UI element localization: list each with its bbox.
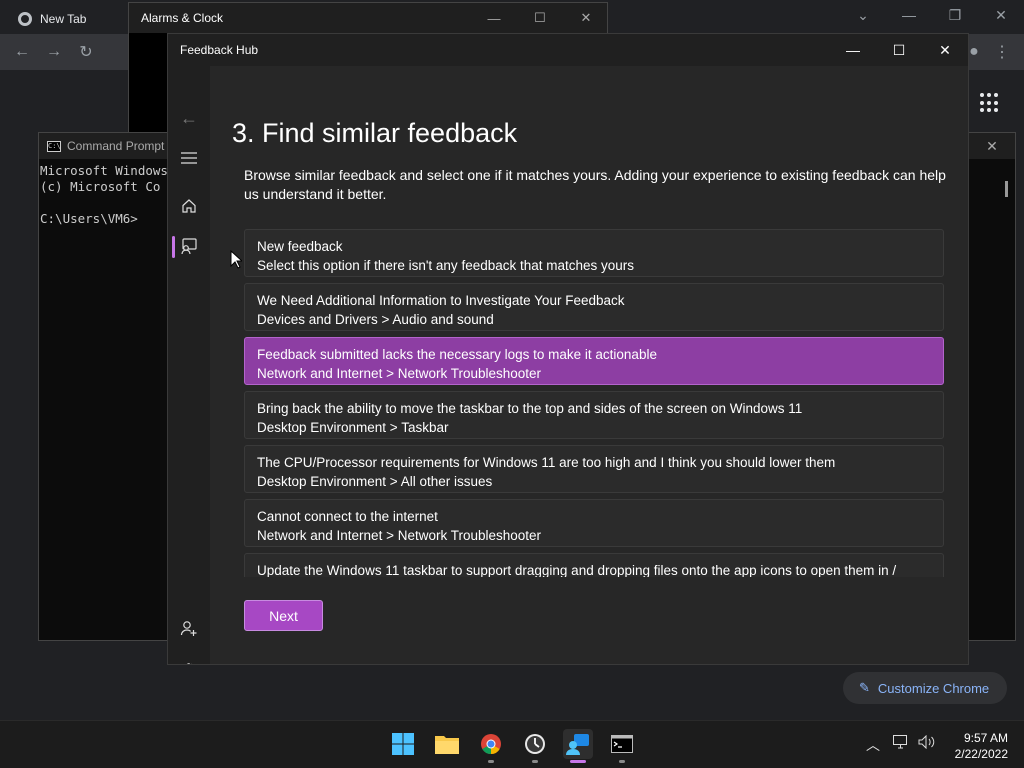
chevron-down-icon[interactable]: ⌄ [840, 0, 886, 30]
alarms-clock-taskbar-icon[interactable] [520, 729, 550, 759]
add-user-icon[interactable] [174, 613, 204, 643]
page-description: Browse similar feedback and select one i… [244, 167, 946, 202]
feedback-item[interactable]: The CPU/Processor requirements for Windo… [244, 445, 944, 493]
cmd-title: Command Prompt [67, 139, 165, 153]
back-arrow-icon[interactable]: ← [10, 40, 34, 64]
feedback-item-selected[interactable]: Feedback submitted lacks the necessary l… [244, 337, 944, 385]
feedback-item[interactable]: Bring back the ability to move the taskb… [244, 391, 944, 439]
chrome-tab-title: New Tab [40, 12, 87, 26]
feedback-hub-content: 3. Find similar feedback Browse similar … [210, 66, 968, 664]
feedback-item-title: The CPU/Processor requirements for Windo… [257, 455, 836, 470]
taskbar-active-indicator [570, 760, 586, 763]
feedback-item-title: We Need Additional Information to Invest… [257, 293, 625, 308]
feedback-item-category: Network and Internet > Network Troublesh… [257, 366, 542, 381]
clock-time: 9:57 AM [963, 731, 1008, 745]
feedback-item-title: Update the Windows 11 taskbar to support… [257, 563, 897, 577]
fh-minimize-icon[interactable]: — [830, 34, 876, 66]
apps-grid-icon[interactable] [980, 93, 1000, 113]
feedback-item[interactable]: We Need Additional Information to Invest… [244, 283, 944, 331]
alarms-maximize-icon[interactable]: ☐ [517, 3, 563, 33]
clock-date: 2/22/2022 [954, 747, 1008, 761]
close-icon[interactable]: ✕ [978, 0, 1024, 30]
alarms-minimize-icon[interactable]: — [471, 3, 517, 33]
windows-start-icon[interactable] [388, 729, 418, 759]
feedback-hub-window: Feedback Hub — ☐ ✕ ← 3. Find similar fee… [167, 33, 969, 665]
file-explorer-icon[interactable] [432, 729, 462, 759]
feedback-hub-taskbar-icon[interactable] [563, 729, 593, 759]
cmd-close-icon[interactable]: ✕ [969, 133, 1015, 159]
feedback-item-category: Desktop Environment > Taskbar [257, 420, 449, 435]
feedback-item-category: Desktop Environment > All other issues [257, 474, 493, 489]
cmd-line [40, 195, 168, 211]
chrome-taskbar-icon[interactable] [476, 729, 506, 759]
feedback-list: New feedback Select this option if there… [244, 229, 944, 577]
hamburger-menu-icon[interactable] [174, 143, 204, 173]
feedback-item[interactable]: Cannot connect to the internet Network a… [244, 499, 944, 547]
taskbar-running-indicator [488, 760, 494, 763]
back-arrow-icon[interactable]: ← [174, 103, 204, 133]
page-title: 3. Find similar feedback [232, 118, 518, 148]
next-button[interactable]: Next [244, 600, 323, 631]
feedback-item-category: Devices and Drivers > Audio and sound [257, 312, 494, 327]
taskbar-running-indicator [532, 760, 538, 763]
feedback-item-title: Bring back the ability to move the taskb… [257, 401, 803, 416]
cmd-scrollbar[interactable] [1005, 181, 1008, 197]
cmd-output[interactable]: Microsoft Windows (c) Microsoft Co C:\User… [40, 163, 168, 227]
taskbar-clock[interactable]: 9:57 AM 2/22/2022 [942, 730, 1008, 762]
pencil-icon: ✎ [859, 680, 870, 695]
kebab-menu-icon[interactable]: ⋮ [990, 40, 1014, 64]
feedback-hub-title: Feedback Hub [180, 43, 259, 57]
reload-icon[interactable]: ↻ [74, 40, 98, 64]
network-icon[interactable] [893, 735, 909, 752]
feedback-item[interactable]: New feedback Select this option if there… [244, 229, 944, 277]
feedback-item-title: Feedback submitted lacks the necessary l… [257, 347, 657, 362]
home-icon[interactable] [174, 191, 204, 221]
fh-close-icon[interactable]: ✕ [922, 34, 968, 66]
taskbar: ︿ 9:57 AM 2/22/2022 [0, 720, 1024, 768]
mouse-cursor-icon [230, 250, 242, 269]
cmd-line: (c) Microsoft Co [40, 179, 161, 194]
customize-chrome-button[interactable]: ✎ Customize Chrome [843, 672, 1007, 704]
restore-icon[interactable]: ❐ [932, 0, 978, 30]
feedback-item-title: Cannot connect to the internet [257, 509, 438, 524]
feedback-item-category: Select this option if there isn't any fe… [257, 258, 635, 273]
feedback-hub-sidebar: ← [168, 66, 210, 664]
command-prompt-taskbar-icon[interactable] [607, 729, 637, 759]
fh-maximize-icon[interactable]: ☐ [876, 34, 922, 66]
cmd-prompt-line: C:\Users\VM6> [40, 211, 138, 226]
volume-icon[interactable] [918, 734, 936, 752]
settings-gear-icon[interactable] [174, 655, 204, 664]
feedback-item-title: New feedback [257, 239, 343, 254]
cmd-app-icon: C:\ [47, 140, 61, 152]
customize-chrome-label: Customize Chrome [877, 680, 990, 696]
feedback-item-category: Network and Internet > Network Troublesh… [257, 528, 542, 543]
forward-arrow-icon[interactable]: → [42, 40, 66, 64]
show-hidden-icons-chevron-icon[interactable]: ︿ [866, 735, 880, 755]
chrome-tab-new-tab[interactable]: New Tab [8, 4, 128, 34]
minimize-icon[interactable]: — [886, 0, 932, 30]
feedback-icon[interactable] [174, 231, 204, 261]
taskbar-running-indicator [619, 760, 625, 763]
chrome-logo-icon [18, 12, 32, 26]
cmd-line: Microsoft Windows [40, 163, 168, 178]
alarms-title: Alarms & Clock [141, 11, 224, 25]
alarms-close-icon[interactable]: ✕ [563, 3, 609, 33]
feedback-item[interactable]: Update the Windows 11 taskbar to support… [244, 553, 944, 577]
